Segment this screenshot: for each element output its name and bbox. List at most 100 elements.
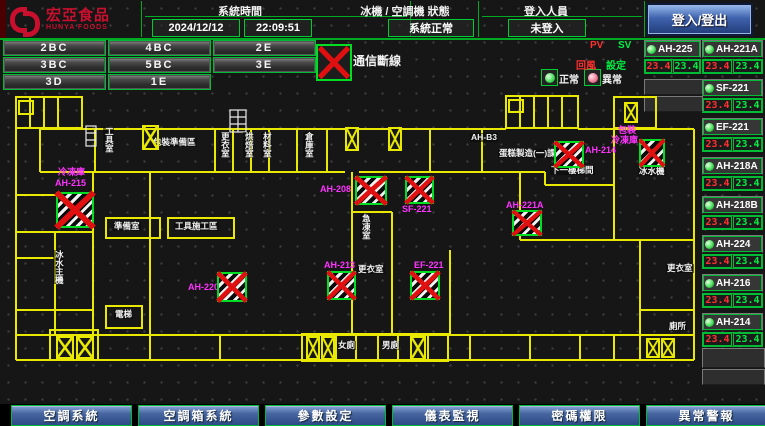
room-label: 工具室 xyxy=(103,127,114,153)
nav-button-6[interactable]: 異常警報 xyxy=(646,405,765,426)
unit-panel-ef-221[interactable]: EF-221 23.423.4 xyxy=(702,118,763,152)
left-edge-cap xyxy=(0,0,6,38)
room-label: 女廁 xyxy=(337,341,356,350)
sv-value: 23.4 xyxy=(733,99,762,112)
setpoint-header: 設定 xyxy=(606,57,626,72)
status-led-icon xyxy=(705,123,714,132)
floor-button-2bc[interactable]: 2BC xyxy=(3,40,106,56)
empty-status-panel xyxy=(702,348,765,368)
unit-name-row: AH-221A xyxy=(702,40,763,58)
room-label: 烘焙室 xyxy=(243,132,254,158)
room-label: AH-B3 xyxy=(470,133,498,142)
ahu-comm-loss-icon[interactable] xyxy=(410,271,440,300)
room-label: 倉庫室 xyxy=(303,132,314,158)
login-logout-button[interactable]: 登入/登出 xyxy=(648,5,751,34)
pv-value: 23.4 xyxy=(703,99,732,112)
pv-value: 23.4 xyxy=(703,294,732,307)
nav-button-5[interactable]: 密碼權限 xyxy=(519,405,640,426)
nav-button-1[interactable]: 空調系統 xyxy=(11,405,132,426)
sv-value: 23.4 xyxy=(733,294,762,307)
ahu-comm-loss-icon[interactable] xyxy=(355,176,387,205)
floor-button-5bc[interactable]: 5BC xyxy=(108,57,211,73)
stairwell-icon xyxy=(56,336,74,359)
unit-name: AH-225 xyxy=(658,44,692,55)
unit-panel-ah-216[interactable]: AH-216 23.423.4 xyxy=(702,274,763,308)
unit-values-row: 23.423.4 xyxy=(702,332,763,347)
floor-button-1e[interactable]: 1E xyxy=(108,74,211,90)
ahu-tag-label: AH-221A xyxy=(506,201,544,210)
unit-panel-ah-218a[interactable]: AH-218A23.423.4 xyxy=(702,157,763,191)
unit-name-row: AH-224 xyxy=(702,235,763,253)
ahu-tag-label: 包裝 xyxy=(618,126,636,135)
status-led-icon xyxy=(705,162,714,171)
stairwell-icon xyxy=(388,127,402,151)
ahu-tag-label: AH-220 xyxy=(188,283,219,292)
sv-value: 23.4 xyxy=(733,333,762,346)
nav-button-4[interactable]: 儀表監視 xyxy=(392,405,513,426)
status-led-icon xyxy=(705,279,714,288)
ahu-tag-label: SF-221 xyxy=(402,205,432,214)
company-logo: 宏亞食品 HUNYA FOODS xyxy=(8,3,140,36)
unit-panel-ah-224[interactable]: AH-224 23.423.4 xyxy=(702,235,763,269)
room-label: 工具施工區 xyxy=(174,222,219,231)
unit-name-row: AH-216 xyxy=(702,274,763,292)
unit-panel-ah-214[interactable]: AH-21423.423.4 xyxy=(702,313,763,347)
login-user-value: 未登入 xyxy=(508,19,586,37)
sv-value: 23.4 xyxy=(733,255,762,268)
ahu-comm-loss-icon[interactable] xyxy=(512,210,542,236)
abnormal-legend-label: 異常 xyxy=(602,71,622,86)
pv-value: 23.4 xyxy=(703,216,732,229)
floor-button-3d[interactable]: 3D xyxy=(3,74,106,90)
floor-button-2e[interactable]: 2E xyxy=(213,40,316,56)
ahu-comm-loss-icon[interactable] xyxy=(554,141,584,168)
unit-panel-sf-221[interactable]: SF-221 23.423.4 xyxy=(702,79,763,113)
stairwell-icon xyxy=(624,102,638,123)
sv-header: SV xyxy=(618,40,631,51)
pv-value: 23.4 xyxy=(703,255,732,268)
normal-led-icon xyxy=(541,69,558,86)
room-label: 廁所 xyxy=(668,322,687,331)
divider xyxy=(478,1,479,37)
ahu-comm-loss-icon[interactable] xyxy=(56,192,94,228)
divider xyxy=(141,1,142,37)
stairwell-icon xyxy=(345,127,359,151)
ahu-tag-label: EF-221 xyxy=(414,261,444,270)
pv-value: 23.4 xyxy=(703,60,732,73)
room-label: 蛋糕製造(一)課 xyxy=(498,149,557,158)
status-led-icon xyxy=(705,318,714,327)
unit-values-row: 23.423.4 xyxy=(702,59,763,74)
unit-panel-ah-225[interactable]: AH-225 23.423.4 xyxy=(644,40,701,74)
ahu-tag-label: AH-213 xyxy=(324,261,355,270)
ahu-comm-loss-icon[interactable] xyxy=(217,272,247,302)
unit-name: AH-216 xyxy=(716,278,750,289)
pv-value: 23.4 xyxy=(703,138,732,151)
stairwell-icon xyxy=(142,125,159,150)
ahu-comm-loss-icon[interactable] xyxy=(405,176,434,204)
floor-button-3e[interactable]: 3E xyxy=(213,57,316,73)
unit-name-row: SF-221 xyxy=(702,79,763,97)
login-user-label: 登入人員 xyxy=(486,3,606,16)
sv-value: 23.4 xyxy=(733,138,762,151)
status-led-icon xyxy=(705,240,714,249)
unit-name: AH-224 xyxy=(716,239,750,250)
floor-button-4bc[interactable]: 4BC xyxy=(108,40,211,56)
stairwell-icon xyxy=(410,336,426,360)
unit-values-row: 23.423.4 xyxy=(644,59,701,74)
unit-panel-ah-218b[interactable]: AH-218B23.423.4 xyxy=(702,196,763,230)
floor-button-3bc[interactable]: 3BC xyxy=(3,57,106,73)
nav-button-3[interactable]: 參數設定 xyxy=(265,405,386,426)
unit-name: AH-218A xyxy=(716,161,758,172)
status-led-icon xyxy=(705,45,714,54)
ahu-tag-label: 冷凍庫 xyxy=(58,168,85,177)
divider xyxy=(482,16,642,17)
status-led-icon xyxy=(705,84,714,93)
sv-value: 23.4 xyxy=(733,216,762,229)
unit-name-row: EF-221 xyxy=(702,118,763,136)
unit-panel-ah-221a[interactable]: AH-221A23.423.4 xyxy=(702,40,763,74)
ahu-comm-loss-icon[interactable] xyxy=(639,139,665,167)
nav-button-2[interactable]: 空調箱系統 xyxy=(138,405,259,426)
bottom-nav-bar: 空調系統空調箱系統參數設定儀表監視密碼權限異常警報 xyxy=(0,404,765,426)
room-label: 男廁 xyxy=(381,341,400,350)
hmi-screen: 宏亞食品 HUNYA FOODS 系統時間 2024/12/12 22:09:5… xyxy=(0,0,765,426)
ahu-comm-loss-icon[interactable] xyxy=(327,271,356,300)
